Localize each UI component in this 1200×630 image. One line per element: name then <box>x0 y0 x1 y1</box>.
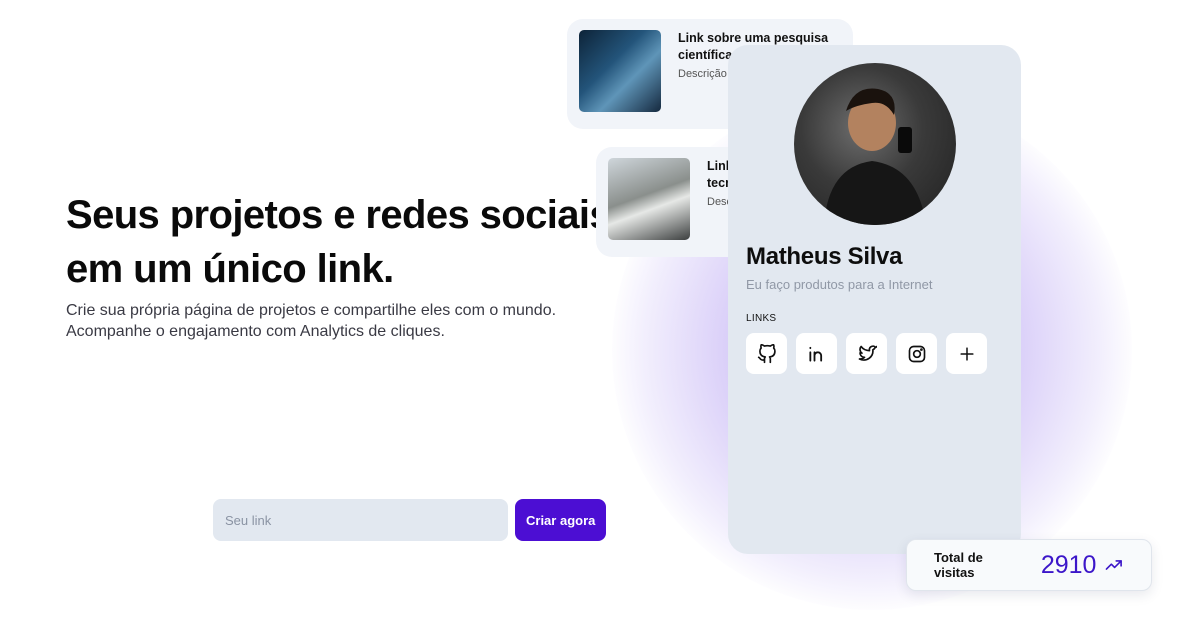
linkedin-link-button[interactable] <box>796 333 837 374</box>
trending-up-icon <box>1106 560 1123 570</box>
visits-count: 2910 <box>1040 550 1097 579</box>
instagram-icon <box>908 345 925 362</box>
links-label: LINKS <box>746 313 777 324</box>
twitter-icon <box>858 344 877 361</box>
profile-name: Matheus Silva <box>746 243 903 270</box>
person-silhouette-icon <box>824 88 926 225</box>
instagram-link-button[interactable] <box>896 333 937 374</box>
profile-card: Matheus Silva Eu faço produtos para a In… <box>728 45 1021 554</box>
hero-subtitle: Crie sua própria página de projetos e co… <box>66 302 557 340</box>
linkedin-icon <box>808 346 822 362</box>
add-link-button[interactable] <box>946 333 987 374</box>
laptop-code-image <box>579 30 661 112</box>
laptop-analytics-image <box>608 158 690 240</box>
visits-label: Total de visitas <box>934 550 983 580</box>
social-links <box>746 333 1003 374</box>
hero-title: Seus projetos e redes sociais em um únic… <box>66 193 612 291</box>
profile-bio: Eu faço produtos para a Internet <box>746 277 933 292</box>
link-input[interactable] <box>213 499 508 541</box>
visits-widget: Total de visitas 2910 <box>906 539 1152 591</box>
plus-icon <box>959 346 974 361</box>
twitter-link-button[interactable] <box>846 333 887 374</box>
avatar <box>794 63 956 225</box>
github-icon <box>757 343 776 363</box>
cta-form: Criar agora <box>213 499 607 541</box>
github-link-button[interactable] <box>746 333 787 374</box>
create-now-button[interactable]: Criar agora <box>515 499 607 541</box>
